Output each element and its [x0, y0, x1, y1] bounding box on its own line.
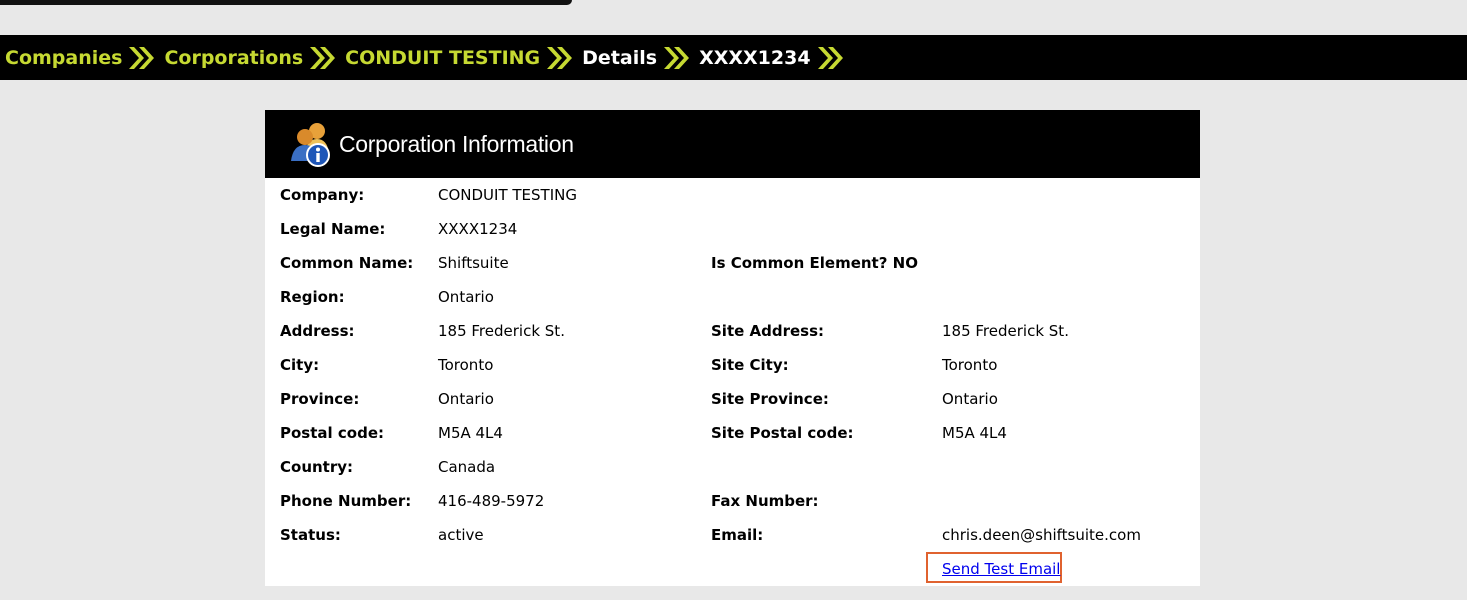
breadcrumb-company[interactable]: CONDUIT TESTING	[345, 47, 540, 69]
company-label: Company:	[280, 186, 365, 204]
row-address: Address: 185 Frederick St. Site Address:…	[265, 314, 1200, 348]
is-common-element-label: Is Common Element? NO	[711, 254, 918, 272]
status-label: Status:	[280, 526, 341, 544]
row-region: Region: Ontario	[265, 280, 1200, 314]
legal-name-value: XXXX1234	[438, 220, 518, 238]
region-value: Ontario	[438, 288, 494, 306]
common-name-label: Common Name:	[280, 254, 414, 272]
corporation-info-panel: Corporation Information Company: CONDUIT…	[265, 110, 1200, 586]
status-value: active	[438, 526, 484, 544]
panel-header: Corporation Information	[265, 110, 1200, 178]
breadcrumb-corporations[interactable]: Corporations	[164, 47, 303, 69]
site-postal-code-label: Site Postal code:	[711, 424, 854, 442]
row-status: Status: active Email: chris.deen@shiftsu…	[265, 518, 1200, 552]
double-chevron-right-icon	[127, 44, 157, 72]
row-city: City: Toronto Site City: Toronto	[265, 348, 1200, 382]
site-city-label: Site City:	[711, 356, 789, 374]
phone-label: Phone Number:	[280, 492, 412, 510]
common-name-value: Shiftsuite	[438, 254, 509, 272]
city-value: Toronto	[438, 356, 494, 374]
breadcrumb: Companies Corporations CONDUIT TESTING D…	[0, 35, 1467, 80]
row-common-name: Common Name: Shiftsuite Is Common Elemen…	[265, 246, 1200, 280]
double-chevron-right-icon	[662, 44, 692, 72]
row-company: Company: CONDUIT TESTING	[265, 178, 1200, 212]
double-chevron-right-icon	[545, 44, 575, 72]
address-label: Address:	[280, 322, 355, 340]
site-postal-code-value: M5A 4L4	[942, 424, 1007, 442]
row-country: Country: Canada	[265, 450, 1200, 484]
site-province-label: Site Province:	[711, 390, 829, 408]
send-test-email-link[interactable]: Send Test Email	[942, 560, 1060, 578]
breadcrumb-companies[interactable]: Companies	[5, 47, 122, 69]
top-tab-bar	[0, 0, 572, 5]
address-value: 185 Frederick St.	[438, 322, 565, 340]
row-province: Province: Ontario Site Province: Ontario	[265, 382, 1200, 416]
breadcrumb-legal-name: XXXX1234	[699, 46, 811, 69]
email-value: chris.deen@shiftsuite.com	[942, 526, 1141, 544]
site-province-value: Ontario	[942, 390, 998, 408]
fax-label: Fax Number:	[711, 492, 819, 510]
country-label: Country:	[280, 458, 354, 476]
phone-value: 416-489-5972	[438, 492, 545, 510]
row-postal-code: Postal code: M5A 4L4 Site Postal code: M…	[265, 416, 1200, 450]
province-value: Ontario	[438, 390, 494, 408]
site-address-label: Site Address:	[711, 322, 825, 340]
double-chevron-right-icon	[816, 44, 846, 72]
row-phone: Phone Number: 416-489-5972 Fax Number:	[265, 484, 1200, 518]
country-value: Canada	[438, 458, 496, 476]
region-label: Region:	[280, 288, 345, 306]
site-address-value: 185 Frederick St.	[942, 322, 1069, 340]
panel-title: Corporation Information	[339, 130, 574, 157]
city-label: City:	[280, 356, 320, 374]
company-value: CONDUIT TESTING	[438, 186, 577, 204]
legal-name-label: Legal Name:	[280, 220, 386, 238]
row-legal-name: Legal Name: XXXX1234	[265, 212, 1200, 246]
site-city-value: Toronto	[942, 356, 998, 374]
double-chevron-right-icon	[308, 44, 338, 72]
corporation-info-icon	[285, 119, 335, 169]
postal-code-value: M5A 4L4	[438, 424, 503, 442]
postal-code-label: Postal code:	[280, 424, 384, 442]
province-label: Province:	[280, 390, 360, 408]
email-label: Email:	[711, 526, 764, 544]
breadcrumb-details: Details	[582, 46, 658, 69]
